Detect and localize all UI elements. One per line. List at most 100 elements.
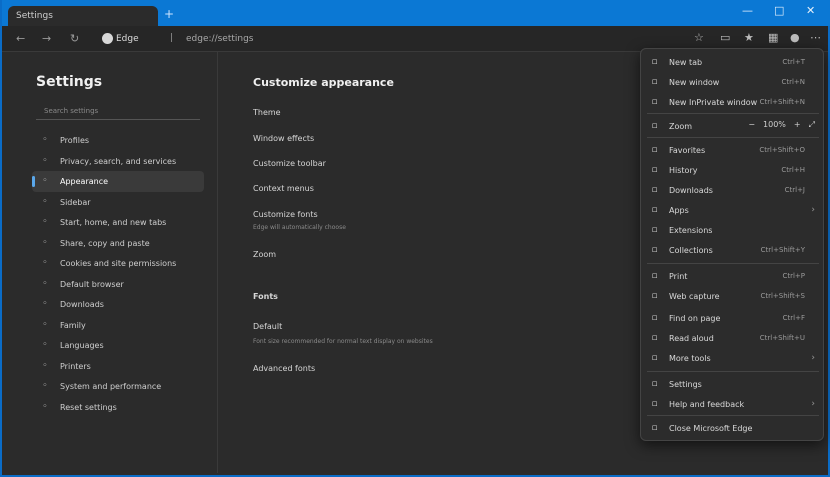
new-tab-button[interactable]: + [164, 7, 174, 21]
menu-item-label: Collections [669, 246, 713, 255]
setting-customize-toolbar[interactable]: Customize toolbar [253, 159, 326, 168]
menu-item-label: Help and feedback [669, 400, 745, 409]
chevron-right-icon: › [811, 399, 815, 409]
close-window-button[interactable]: ✕ [806, 4, 815, 17]
page-title: Customize appearance [253, 76, 394, 89]
sidebar-item[interactable]: ◦ Start, home, and new tabs [32, 212, 204, 233]
close-icon: ▫ [651, 423, 658, 433]
menu-item[interactable]: ▫ Downloads Ctrl+J [641, 181, 825, 201]
menu-item[interactable]: ▫ New InPrivate window Ctrl+Shift+N [641, 93, 825, 113]
menu-item[interactable]: ▫ Close Microsoft Edge [641, 419, 825, 439]
menu-item-shortcut: Ctrl+H [781, 166, 805, 174]
inprivate-icon: ▫ [651, 97, 658, 107]
tab-settings[interactable]: Settings [8, 6, 158, 28]
menu-item-label: Extensions [669, 226, 713, 235]
menu-item[interactable]: ▫ Zoom −100% + ⤢ [641, 117, 825, 137]
sidebar-item-label: Printers [60, 361, 91, 371]
menu-item-label: New tab [669, 58, 703, 67]
chevron-right-icon: › [811, 353, 815, 363]
menu-item[interactable]: ▫ New tab Ctrl+T [641, 53, 825, 73]
setting-advanced-fonts[interactable]: Advanced fonts [253, 364, 315, 373]
title-bar: Settings + — □ ✕ [2, 0, 830, 28]
address-bar[interactable]: edge://settings [180, 30, 300, 48]
zoom-in-button[interactable]: + [794, 120, 801, 129]
zoom-level: 100% [763, 120, 786, 129]
menu-separator [647, 371, 819, 372]
sidebar-item-label: Sidebar [60, 197, 91, 207]
sidebar-item[interactable]: ◦ Printers [32, 356, 204, 377]
setting-customize-fonts[interactable]: Customize fonts [253, 210, 318, 219]
setting-theme[interactable]: Theme [253, 108, 281, 117]
menu-separator [647, 137, 819, 138]
menu-item[interactable]: ▫ Settings [641, 375, 825, 395]
menu-item[interactable]: ▫ More tools › [641, 349, 825, 369]
menu-item[interactable]: ▫ Find on page Ctrl+F [641, 309, 825, 329]
forward-icon[interactable]: → [42, 32, 51, 45]
menu-item-label: New InPrivate window [669, 98, 758, 107]
menu-item[interactable]: ▫ Help and feedback › [641, 395, 825, 415]
sidebar-item[interactable]: ◦ Privacy, search, and services [32, 151, 204, 172]
refresh-icon[interactable]: ↻ [70, 32, 79, 45]
favorites-icon[interactable]: ★ [744, 31, 754, 44]
sidebar-item[interactable]: ◦ Profiles [32, 130, 204, 151]
maximize-button[interactable]: □ [774, 4, 784, 17]
sidebar-item[interactable]: ◦ Cookies and site permissions [32, 253, 204, 274]
favorite-star-icon[interactable]: ☆ [694, 31, 704, 44]
menu-item-shortcut: Ctrl+Shift+N [759, 98, 805, 106]
fullscreen-button[interactable]: ⤢ [809, 120, 815, 130]
site-chip-label: Edge [116, 34, 139, 44]
browser-window: Settings + — □ ✕ ← → ↻ Edge | edge://set… [0, 0, 830, 477]
sidebar-nav: ◦ Profiles ◦ Privacy, search, and services ◦… [32, 130, 204, 417]
setting-default-font[interactable]: Default [253, 322, 282, 331]
menu-item[interactable]: ▫ Favorites Ctrl+Shift+O [641, 141, 825, 161]
section-fonts: Fonts [253, 292, 278, 301]
menu-item-shortcut: Ctrl+Shift+S [760, 292, 805, 300]
family-icon: ◦ [42, 319, 48, 330]
menu-item-label: Read aloud [669, 334, 714, 343]
split-screen-icon[interactable]: ▭ [720, 31, 730, 44]
sidebar-item[interactable]: ◦ Sidebar [32, 192, 204, 213]
sidebar-item-label: Family [60, 320, 86, 330]
menu-item[interactable]: ▫ New window Ctrl+N [641, 73, 825, 93]
setting-zoom[interactable]: Zoom [253, 250, 276, 259]
menu-item[interactable]: ▫ Extensions [641, 221, 825, 241]
sidebar-item[interactable]: ◦ Share, copy and paste [32, 233, 204, 254]
site-chip[interactable]: Edge [98, 30, 146, 48]
setting-context-menus[interactable]: Context menus [253, 184, 314, 193]
sidebar-item[interactable]: ◦ Reset settings [32, 397, 204, 418]
sidebar-item[interactable]: ◦ Family [32, 315, 204, 336]
menu-item[interactable]: ▫ Print Ctrl+P [641, 267, 825, 287]
collections-icon: ▫ [651, 245, 658, 255]
sidebar-item[interactable]: ◦ System and performance [32, 376, 204, 397]
minimize-button[interactable]: — [742, 4, 753, 17]
menu-item[interactable]: ▫ Collections Ctrl+Shift+Y [641, 241, 825, 261]
reset-icon: ◦ [42, 401, 48, 412]
sidebar-item[interactable]: ◦ Languages [32, 335, 204, 356]
menu-item-label: Web capture [669, 292, 720, 301]
menu-item-label: New window [669, 78, 720, 87]
menu-item[interactable]: ▫ Apps › [641, 201, 825, 221]
menu-item[interactable]: ▫ History Ctrl+H [641, 161, 825, 181]
divider-icon: | [170, 33, 174, 43]
setting-window-effects[interactable]: Window effects [253, 134, 314, 143]
menu-item[interactable]: ▫ Web capture Ctrl+Shift+S [641, 287, 825, 307]
menu-item-label: Close Microsoft Edge [669, 424, 753, 433]
profile-icon[interactable]: ● [790, 31, 800, 44]
sidebar-item[interactable]: ◦ Default browser [32, 274, 204, 295]
chevron-right-icon: › [811, 205, 815, 215]
home-icon: ◦ [42, 217, 48, 227]
menu-item-shortcut: Ctrl+J [784, 186, 805, 194]
more-menu-icon[interactable]: ⋯ [810, 31, 821, 44]
sidebar-item[interactable]: ◦ Appearance [32, 171, 204, 192]
menu-item[interactable]: ▫ Read aloud Ctrl+Shift+U [641, 329, 825, 349]
back-icon[interactable]: ← [16, 32, 25, 45]
menu-item-label: More tools [669, 354, 711, 363]
search-input[interactable]: Search settings [36, 104, 200, 120]
collections-toolbar-icon[interactable]: ▦ [768, 31, 778, 44]
zoom-out-button[interactable]: − [748, 120, 755, 129]
menu-item-label: Downloads [669, 186, 713, 195]
menu-item-label: History [669, 166, 698, 175]
sidebar-item[interactable]: ◦ Downloads [32, 294, 204, 315]
apps-icon: ▫ [651, 205, 658, 215]
menu-item-shortcut: Ctrl+Shift+O [759, 146, 805, 154]
